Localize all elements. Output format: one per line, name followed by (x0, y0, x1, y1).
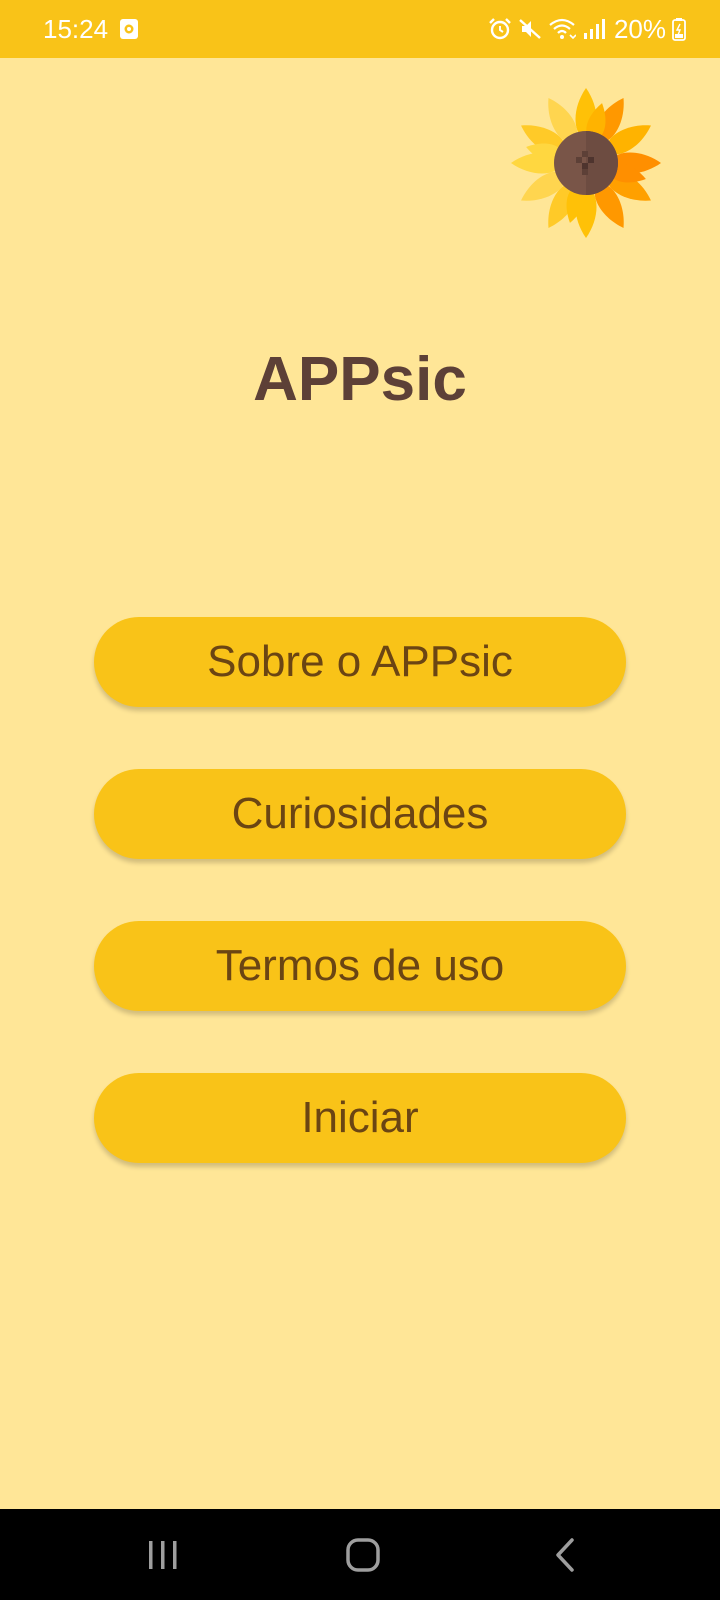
start-button[interactable]: Iniciar (94, 1073, 626, 1163)
mute-icon (518, 17, 542, 41)
alarm-icon (488, 17, 512, 41)
battery-percent: 20% (613, 14, 666, 44)
battery-icon (672, 17, 686, 41)
terms-button[interactable]: Termos de uso (94, 921, 626, 1011)
curiosities-button[interactable]: Curiosidades (94, 769, 626, 859)
status-bar: 15:24 20% (0, 0, 720, 58)
sunflower-icon (508, 85, 664, 241)
about-button[interactable]: Sobre o APPsic (94, 617, 626, 707)
status-time: 15:24 (43, 14, 109, 44)
main-menu: Sobre o APPsic Curiosidades Termos de us… (94, 617, 626, 1225)
signal-icon (582, 17, 606, 41)
status-icons: 20% (488, 13, 686, 45)
back-icon[interactable] (540, 1535, 590, 1575)
wifi-icon (548, 17, 576, 41)
home-icon[interactable] (338, 1535, 388, 1575)
navigation-bar (0, 1509, 720, 1600)
recent-apps-icon[interactable] (138, 1535, 188, 1575)
app-title: APPsic (253, 345, 467, 414)
notification-icon (120, 19, 138, 44)
